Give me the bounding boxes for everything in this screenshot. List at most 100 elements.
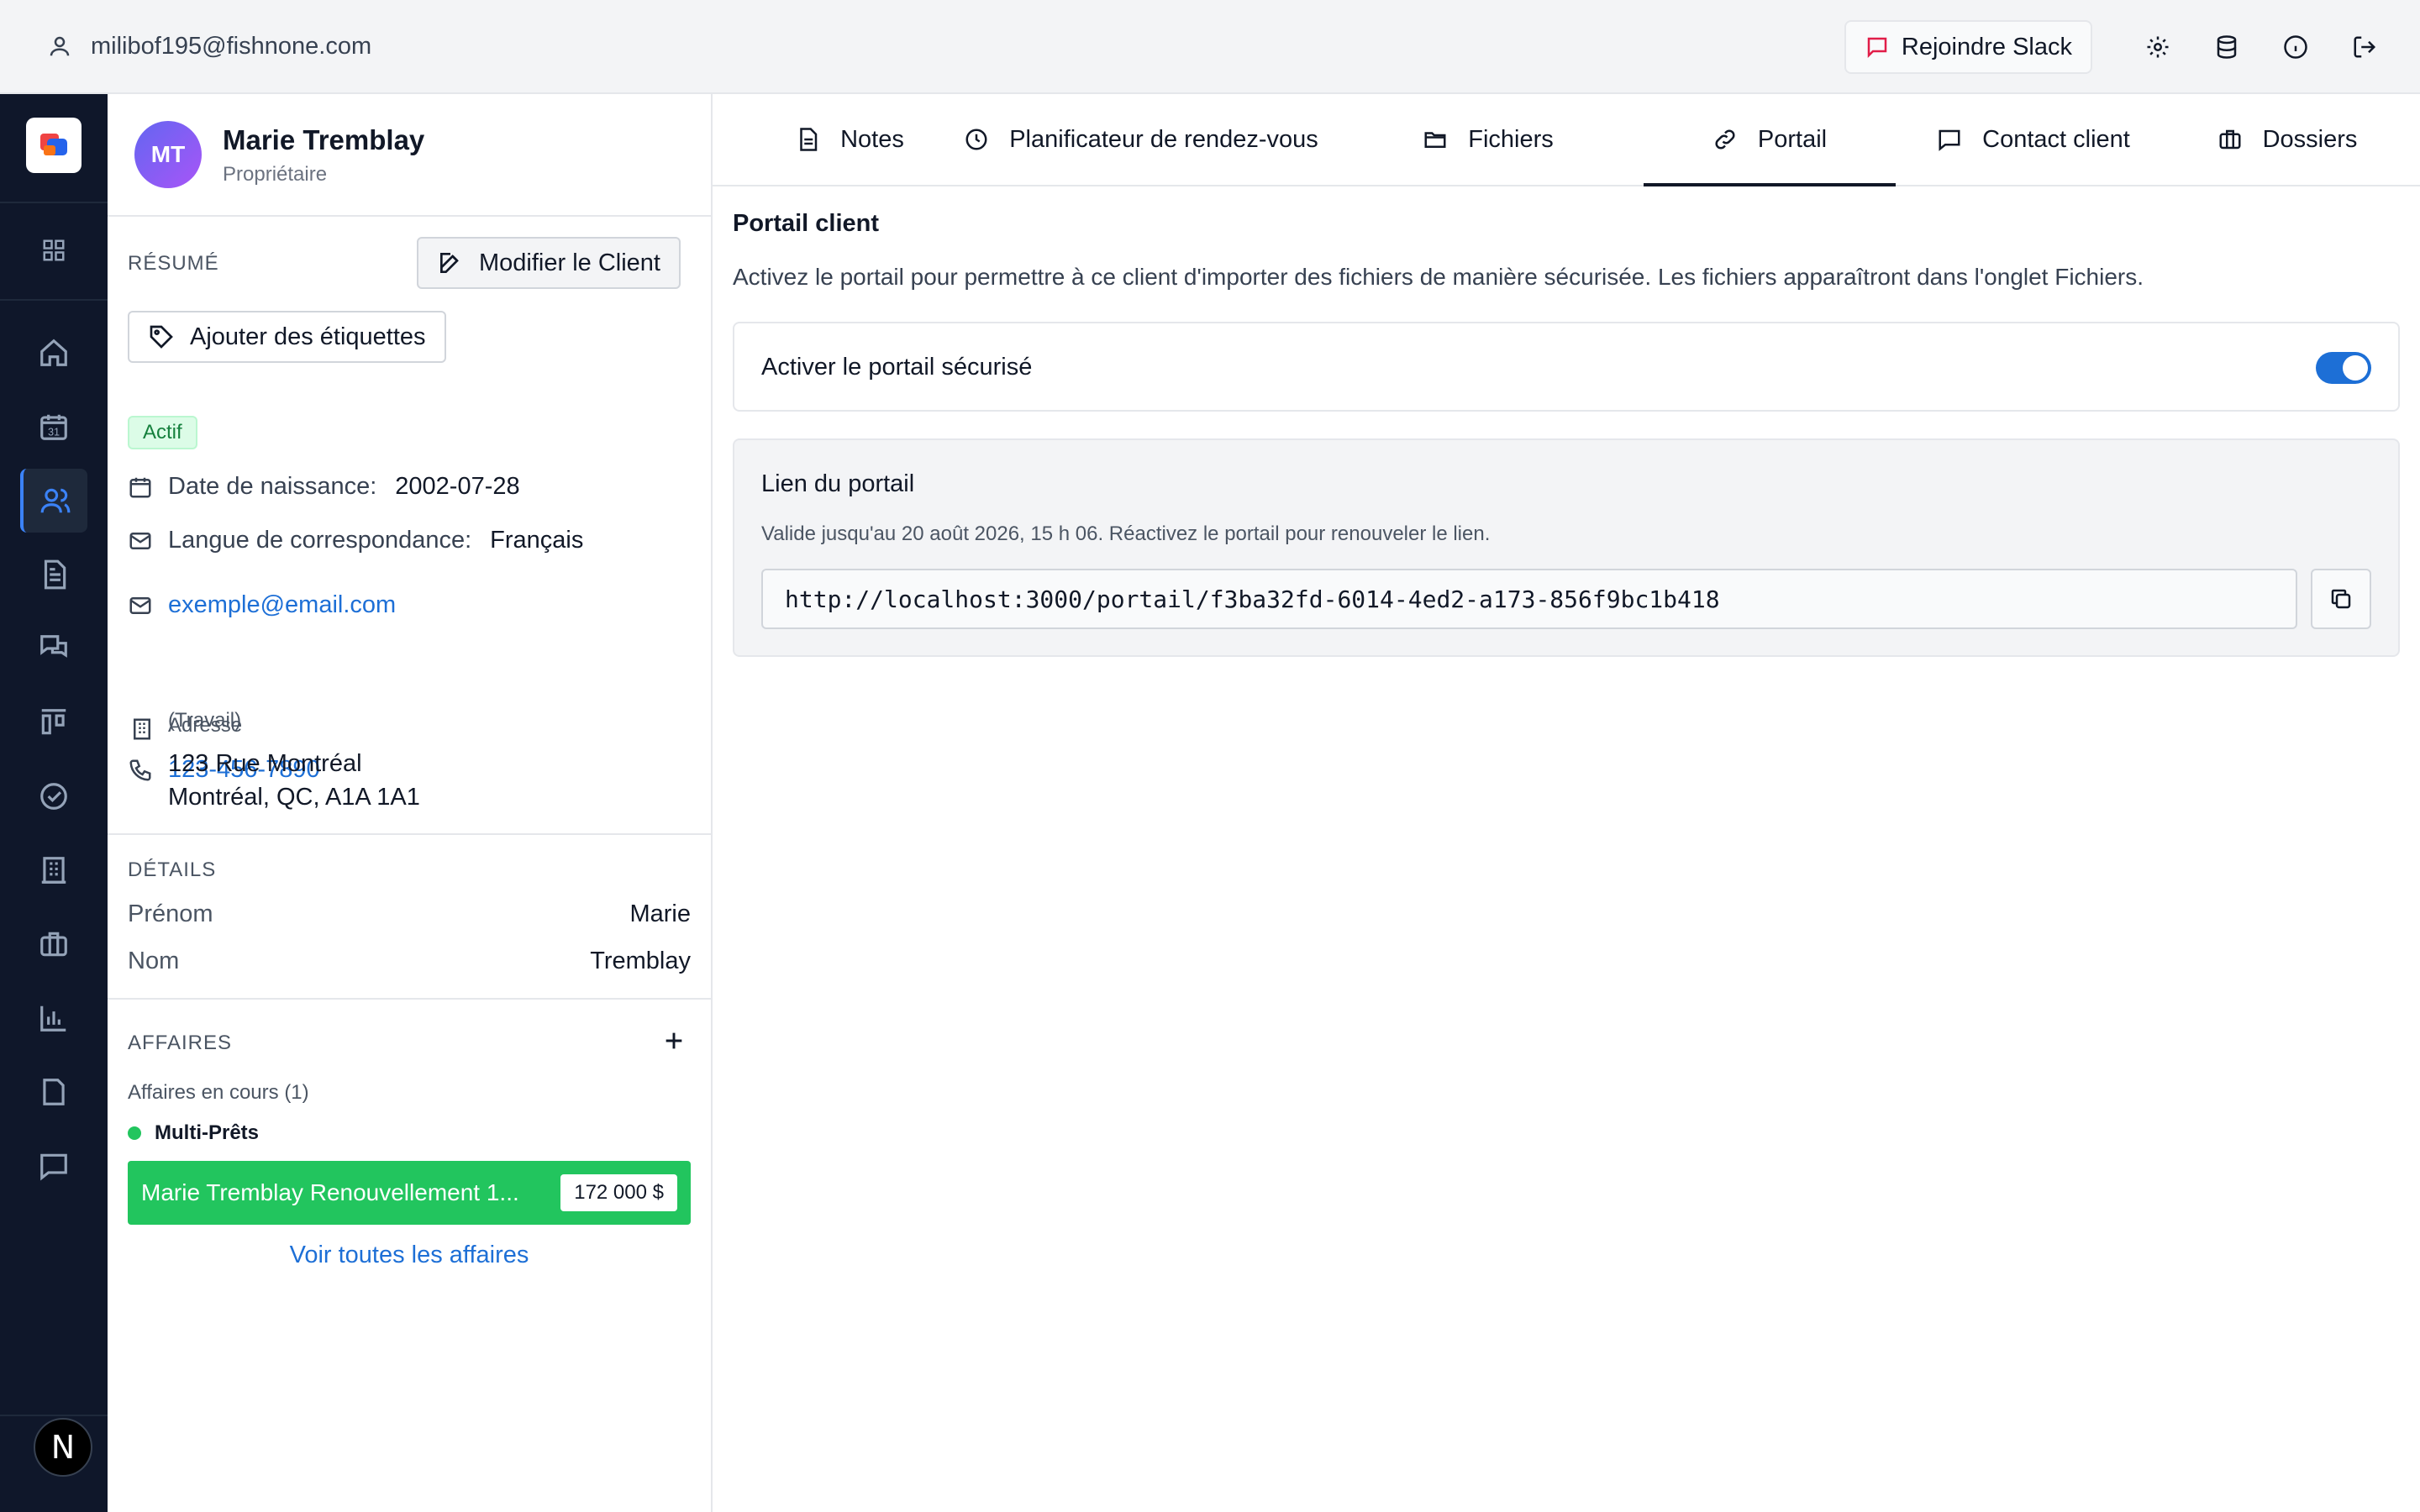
chart-icon[interactable] xyxy=(20,986,87,1050)
edit-client-button[interactable]: Modifier le Client xyxy=(417,237,681,289)
tab-notes[interactable]: Notes xyxy=(778,94,921,185)
tab-dossiers[interactable]: Dossiers xyxy=(2195,94,2380,185)
address-lines: 123 Rue Montréal Montréal, QC, A1A 1A1 xyxy=(168,747,420,814)
language-value: Français xyxy=(490,527,584,554)
logout-icon[interactable] xyxy=(2339,22,2390,72)
edit-client-label: Modifier le Client xyxy=(479,249,660,276)
portal-title: Portail client xyxy=(733,210,880,237)
mail-icon xyxy=(128,528,153,554)
pipeline-dot-icon xyxy=(128,1126,141,1140)
file-icon[interactable] xyxy=(20,1060,87,1124)
tab-label: Fichiers xyxy=(1468,125,1554,153)
database-icon[interactable] xyxy=(2202,22,2252,72)
mail-icon xyxy=(128,593,153,618)
add-tags-label: Ajouter des étiquettes xyxy=(190,323,426,350)
avatar: MT xyxy=(134,121,202,188)
tab-label: Contact client xyxy=(1982,125,2130,153)
rail-divider xyxy=(0,202,108,203)
address-line-2: Montréal, QC, A1A 1A1 xyxy=(168,784,420,811)
tab-appointment-planner[interactable]: Planificateur de rendez-vous xyxy=(948,94,1334,185)
portal-toggle-card: Activer le portail sécurisé xyxy=(733,322,2400,412)
address-label: Adresse xyxy=(168,714,243,737)
portal-url-field[interactable]: http://localhost:3000/portail/f3ba32fd-6… xyxy=(761,569,2297,629)
clock-icon xyxy=(964,127,989,152)
tag-icon xyxy=(148,323,175,350)
divider xyxy=(108,998,711,1000)
deal-amount: 172 000 $ xyxy=(560,1174,677,1211)
rail-divider xyxy=(0,1415,108,1416)
tab-label: Planificateur de rendez-vous xyxy=(1009,125,1318,153)
link-icon xyxy=(1712,127,1738,152)
add-tags-button[interactable]: Ajouter des étiquettes xyxy=(128,311,446,363)
tab-client-contact[interactable]: Contact client xyxy=(1916,94,2151,185)
divider xyxy=(108,833,711,835)
briefcase-icon xyxy=(2217,127,2243,152)
add-deal-button[interactable] xyxy=(657,1024,691,1058)
tab-portal[interactable]: Portail xyxy=(1644,94,1896,186)
details-section-title: DÉTAILS xyxy=(128,858,217,881)
chat-icon[interactable] xyxy=(20,617,87,680)
grid-icon[interactable] xyxy=(20,218,87,282)
detail-row-lastname: Nom Tremblay xyxy=(128,948,691,975)
join-slack-label: Rejoindre Slack xyxy=(1901,33,2072,60)
client-panel: MT Marie Tremblay Propriétaire RÉSUMÉ Mo… xyxy=(108,94,713,1512)
portal-toggle-switch[interactable] xyxy=(2316,352,2371,384)
deal-title: Marie Tremblay Renouvellement 1... xyxy=(141,1179,519,1205)
tab-label: Portail xyxy=(1757,125,1828,153)
client-role: Propriétaire xyxy=(223,163,328,186)
copy-icon xyxy=(2328,586,2354,612)
user-info: milibof195@fishnone.com xyxy=(47,33,371,60)
see-all-deals-link[interactable]: Voir toutes les affaires xyxy=(108,1242,711,1269)
folder-icon xyxy=(1423,127,1448,152)
email-row: exemple@email.com xyxy=(128,591,396,619)
note-icon xyxy=(795,127,820,152)
rail-divider xyxy=(0,299,108,301)
deals-section-title: AFFAIRES xyxy=(128,1032,233,1054)
email-link[interactable]: exemple@email.com xyxy=(168,591,396,619)
message-icon[interactable] xyxy=(20,1134,87,1198)
top-bar: milibof195@fishnone.com Rejoindre Slack xyxy=(0,0,2420,94)
user-email: milibof195@fishnone.com xyxy=(91,32,372,60)
edit-icon xyxy=(437,249,464,276)
portal-description: Activez le portail pour permettre à ce c… xyxy=(733,264,2144,290)
kanban-icon[interactable] xyxy=(20,690,87,754)
app-logo[interactable] xyxy=(26,118,82,173)
message-icon xyxy=(1937,127,1962,152)
birthdate-row: Date de naissance: 2002-07-28 xyxy=(128,473,520,501)
pipeline-name: Multi-Prêts xyxy=(155,1121,260,1144)
switch-knob xyxy=(2343,355,2368,381)
tab-label: Notes xyxy=(840,125,904,153)
detail-label: Prénom xyxy=(128,900,213,927)
detail-label: Nom xyxy=(128,948,180,974)
portal-link-card: Lien du portail Valide jusqu'au 20 août … xyxy=(733,438,2400,657)
client-name: Marie Tremblay xyxy=(223,124,425,155)
deal-card[interactable]: Marie Tremblay Renouvellement 1... 172 0… xyxy=(128,1161,691,1225)
home-icon[interactable] xyxy=(20,321,87,385)
svg-text:31: 31 xyxy=(48,426,60,438)
deal-pipeline: Multi-Prêts xyxy=(128,1121,259,1145)
language-row: Langue de correspondance: Français xyxy=(128,527,583,554)
calendar-icon[interactable]: 31 xyxy=(20,395,87,459)
portal-link-title: Lien du portail xyxy=(761,470,915,497)
copy-url-button[interactable] xyxy=(2311,569,2371,629)
briefcase-icon[interactable] xyxy=(20,912,87,976)
info-icon[interactable] xyxy=(2270,22,2321,72)
phone-icon xyxy=(128,758,153,783)
sidebar-rail: 31 N xyxy=(0,94,108,1512)
settings-icon[interactable] xyxy=(2133,22,2183,72)
check-circle-icon[interactable] xyxy=(20,764,87,828)
address-line-1: 123 Rue Montréal xyxy=(168,750,362,777)
join-slack-button[interactable]: Rejoindre Slack xyxy=(1844,20,2092,74)
tab-files[interactable]: Fichiers xyxy=(1392,94,1585,185)
tab-label: Dossiers xyxy=(2262,125,2358,153)
nextjs-badge[interactable]: N xyxy=(34,1418,92,1477)
users-icon[interactable] xyxy=(20,469,87,533)
document-icon[interactable] xyxy=(20,543,87,606)
detail-value: Marie xyxy=(629,900,691,927)
birthdate-label: Date de naissance: xyxy=(168,473,377,500)
client-header: MT Marie Tremblay Propriétaire xyxy=(108,94,711,217)
building-icon[interactable] xyxy=(20,838,87,902)
birthdate-value: 2002-07-28 xyxy=(395,473,520,500)
slack-chat-icon xyxy=(1865,34,1890,60)
summary-section-title: RÉSUMÉ xyxy=(128,252,219,275)
